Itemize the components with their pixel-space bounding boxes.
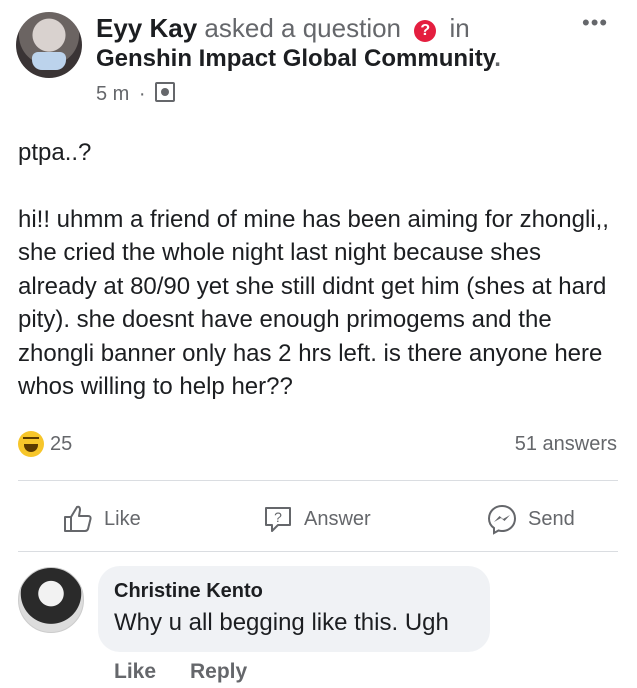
post-title: ptpa..? — [18, 139, 92, 166]
in-text: in — [449, 13, 470, 43]
answer-label: Answer — [304, 507, 371, 530]
send-label: Send — [528, 507, 575, 530]
commenter-avatar[interactable] — [18, 567, 84, 633]
messenger-icon — [487, 504, 517, 535]
stats-divider — [18, 480, 618, 481]
comment-like-button[interactable]: Like — [114, 660, 156, 684]
send-button[interactable]: Send — [486, 501, 575, 537]
question-icon: ? — [414, 20, 437, 42]
reaction-count[interactable]: 25 — [50, 433, 72, 456]
group-name[interactable]: Genshin Impact Global Community — [96, 45, 494, 72]
thumbs-up-icon — [64, 505, 92, 532]
group-privacy-icon — [155, 82, 176, 102]
answer-button[interactable]: ? Answer — [262, 501, 371, 537]
meta-separator: · — [138, 83, 146, 105]
post-header: Eyy Kay asked a question ? in — [96, 12, 470, 44]
like-label: Like — [104, 507, 141, 530]
question-bubble-icon: ? — [265, 507, 291, 532]
svg-text:?: ? — [274, 509, 282, 525]
comment-text: Why u all begging like this. Ugh — [114, 609, 449, 636]
post-time[interactable]: 5 m — [96, 83, 129, 105]
author-name[interactable]: Eyy Kay — [96, 13, 197, 43]
haha-reaction-icon[interactable] — [18, 431, 44, 457]
post-body: hi!! uhmm a friend of mine has been aimi… — [18, 205, 609, 401]
group-link[interactable]: Genshin Impact Global Community. — [96, 44, 501, 74]
author-avatar[interactable] — [16, 12, 82, 78]
action-text: asked a question — [204, 13, 402, 43]
actions-divider — [18, 551, 618, 552]
commenter-name[interactable]: Christine Kento — [114, 580, 263, 603]
like-button[interactable]: Like — [62, 501, 141, 537]
answers-count[interactable]: 51 answers — [515, 433, 617, 456]
group-suffix: . — [494, 45, 501, 72]
post-meta: 5 m · — [96, 82, 176, 106]
more-options-icon[interactable]: ••• — [582, 10, 608, 36]
comment-reply-button[interactable]: Reply — [190, 660, 247, 684]
post-content: ptpa..? hi!! uhmm a friend of mine has b… — [18, 136, 623, 404]
